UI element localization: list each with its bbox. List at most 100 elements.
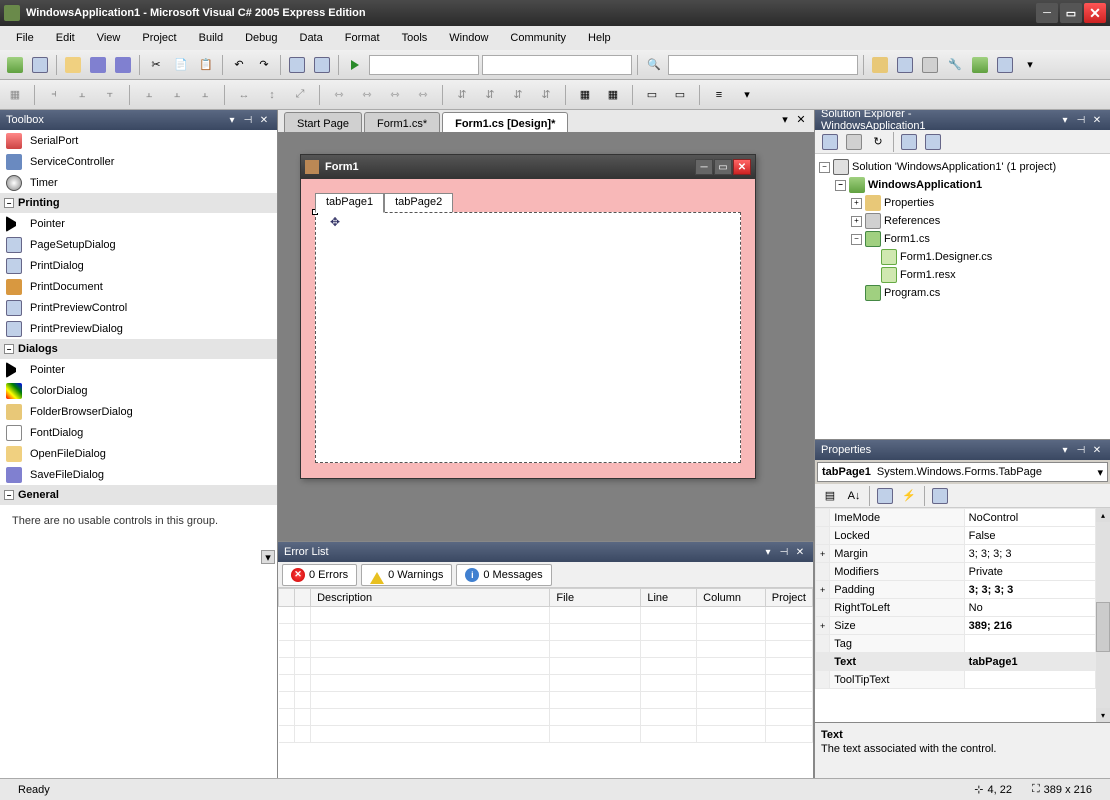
close-icon[interactable]: ✕: [1090, 443, 1104, 457]
toolbox-group[interactable]: −Printing: [0, 193, 277, 213]
send-back-button[interactable]: ▭: [669, 84, 691, 106]
tabpage2-tab[interactable]: tabPage2: [384, 193, 453, 213]
collapse-icon[interactable]: −: [835, 180, 846, 191]
doc-tab-form1-design[interactable]: Form1.cs [Design]*: [442, 112, 568, 132]
start-page-button[interactable]: [969, 54, 991, 76]
hspace-inc-button[interactable]: ⇿: [356, 84, 378, 106]
toolbox-group[interactable]: −General: [0, 485, 277, 505]
vspace-equal-button[interactable]: ⇵: [451, 84, 473, 106]
form1-node[interactable]: − Form1.cs: [819, 230, 1106, 248]
properties-node[interactable]: + Properties: [819, 194, 1106, 212]
expand-icon[interactable]: [816, 563, 830, 581]
config-combo[interactable]: [369, 55, 479, 75]
new-project-button[interactable]: [4, 54, 26, 76]
find-button[interactable]: 🔍: [643, 54, 665, 76]
maximize-button[interactable]: ▭: [1060, 3, 1082, 23]
property-value[interactable]: tabPage1: [964, 653, 1095, 671]
close-icon[interactable]: ✕: [257, 113, 271, 127]
platform-combo[interactable]: [482, 55, 632, 75]
collapse-icon[interactable]: −: [4, 198, 14, 208]
form-client-area[interactable]: tabPage1 tabPage2 ✥: [301, 179, 755, 478]
form1-designer-node[interactable]: Form1.Designer.cs: [819, 248, 1106, 266]
warnings-tab[interactable]: 0 Warnings: [361, 564, 452, 586]
error-col-description[interactable]: Description: [311, 589, 550, 607]
menu-debug[interactable]: Debug: [235, 29, 287, 47]
toolbox-item[interactable]: FontDialog: [0, 422, 277, 443]
same-height-button[interactable]: ↕: [261, 84, 283, 106]
object-selector[interactable]: tabPage1 System.Windows.Forms.TabPage ▾: [817, 462, 1108, 482]
toolbox-body[interactable]: ▾ SerialPortServiceControllerTimer−Print…: [0, 130, 277, 778]
doc-tab-form1-code[interactable]: Form1.cs*: [364, 112, 440, 132]
vspace-inc-button[interactable]: ⇵: [479, 84, 501, 106]
expand-icon[interactable]: [816, 635, 830, 653]
bring-front-button[interactable]: ▭: [641, 84, 663, 106]
align-left-button[interactable]: ⫞: [43, 84, 65, 106]
errors-tab[interactable]: ✕0 Errors: [282, 564, 357, 586]
doc-tab-start-page[interactable]: Start Page: [284, 112, 362, 132]
toolbox-item[interactable]: ServiceController: [0, 151, 277, 172]
expand-icon[interactable]: +: [816, 545, 830, 563]
refresh-button[interactable]: ↻: [867, 131, 889, 153]
property-row[interactable]: ImeModeNoControl: [816, 509, 1096, 527]
align-center-button[interactable]: ⫠: [71, 84, 93, 106]
property-row[interactable]: +Margin3; 3; 3; 3: [816, 545, 1096, 563]
save-button[interactable]: [87, 54, 109, 76]
property-row[interactable]: ModifiersPrivate: [816, 563, 1096, 581]
error-list-grid[interactable]: Description File Line Column Project: [278, 588, 813, 778]
toolbox-item[interactable]: Pointer: [0, 213, 277, 234]
property-value[interactable]: 389; 216: [964, 617, 1095, 635]
redo-button[interactable]: ↷: [253, 54, 275, 76]
expand-icon[interactable]: +: [816, 617, 830, 635]
collapse-icon[interactable]: −: [819, 162, 830, 173]
messages-tab[interactable]: i0 Messages: [456, 564, 551, 586]
show-all-button[interactable]: [843, 131, 865, 153]
property-pages-button[interactable]: [929, 485, 951, 507]
pin-icon[interactable]: ⊣: [777, 545, 791, 559]
references-node[interactable]: + References: [819, 212, 1106, 230]
expand-icon[interactable]: [816, 671, 830, 689]
tab-dropdown-icon[interactable]: ▾: [778, 112, 792, 126]
hspace-equal-button[interactable]: ⇿: [328, 84, 350, 106]
property-row[interactable]: TexttabPage1: [816, 653, 1096, 671]
property-row[interactable]: RightToLeftNo: [816, 599, 1096, 617]
error-col-file[interactable]: File: [550, 589, 641, 607]
move-icon[interactable]: ✥: [330, 215, 340, 229]
toolbox-item[interactable]: PageSetupDialog: [0, 234, 277, 255]
menu-view[interactable]: View: [87, 29, 131, 47]
same-size-button[interactable]: ⤢: [289, 84, 311, 106]
property-value[interactable]: [964, 671, 1095, 689]
nav-fwd-button[interactable]: [311, 54, 333, 76]
center-vert-button[interactable]: ▦: [602, 84, 624, 106]
error-col-line[interactable]: Line: [641, 589, 697, 607]
open-button[interactable]: [62, 54, 84, 76]
expand-icon[interactable]: +: [851, 216, 862, 227]
events-button[interactable]: ⚡: [898, 485, 920, 507]
toolbox-group[interactable]: −Dialogs: [0, 339, 277, 359]
menu-data[interactable]: Data: [290, 29, 333, 47]
copy-button[interactable]: 📄: [170, 54, 192, 76]
toolbox-item[interactable]: FolderBrowserDialog: [0, 401, 277, 422]
categorized-button[interactable]: ▤: [819, 485, 841, 507]
pin-icon[interactable]: ⊣: [241, 113, 255, 127]
dropdown-icon[interactable]: ▾: [1058, 443, 1072, 457]
program-node[interactable]: Program.cs: [819, 284, 1106, 302]
error-col-project[interactable]: Project: [765, 589, 812, 607]
pin-icon[interactable]: ⊣: [1074, 113, 1088, 127]
vspace-remove-button[interactable]: ⇵: [535, 84, 557, 106]
minimize-button[interactable]: ─: [1036, 3, 1058, 23]
property-row[interactable]: +Padding3; 3; 3; 3: [816, 581, 1096, 599]
hspace-remove-button[interactable]: ⇿: [412, 84, 434, 106]
vspace-dec-button[interactable]: ⇵: [507, 84, 529, 106]
close-button[interactable]: ✕: [1084, 3, 1106, 23]
save-all-button[interactable]: [112, 54, 134, 76]
scroll-up-icon[interactable]: ▴: [1096, 508, 1110, 522]
tabpage1-tab[interactable]: tabPage1: [315, 193, 384, 213]
expand-icon[interactable]: [816, 509, 830, 527]
expand-icon[interactable]: +: [851, 198, 862, 209]
add-item-button[interactable]: [29, 54, 51, 76]
error-col-icon[interactable]: [279, 589, 295, 607]
property-value[interactable]: 3; 3; 3; 3: [964, 545, 1095, 563]
align-top-button[interactable]: ⫠: [138, 84, 160, 106]
error-col-column[interactable]: Column: [697, 589, 766, 607]
toolbox-item[interactable]: OpenFileDialog: [0, 443, 277, 464]
